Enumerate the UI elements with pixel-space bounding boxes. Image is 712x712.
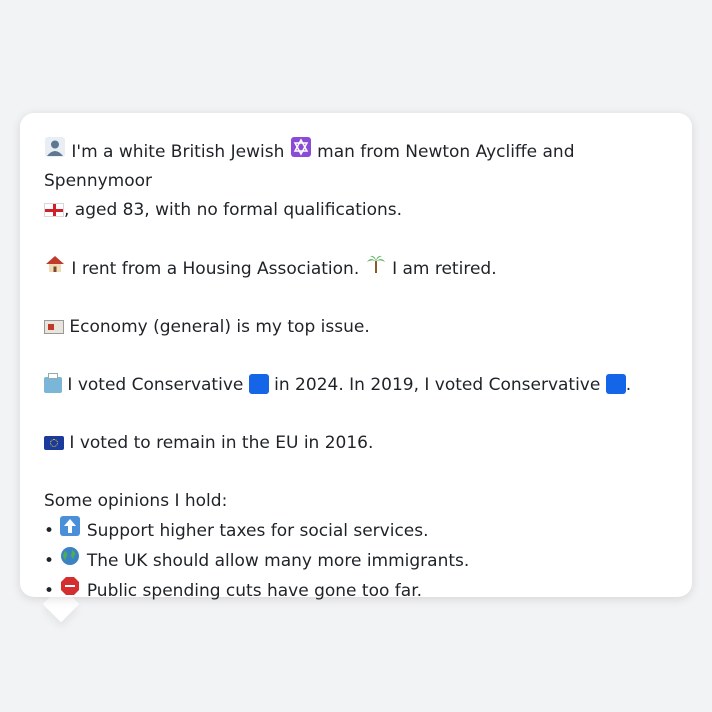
vote-text-1: I voted Conservative: [67, 375, 244, 395]
globe-icon: [59, 546, 81, 576]
person-silhouette-icon: [44, 137, 66, 167]
eu-flag-icon: [44, 436, 64, 450]
newspaper-icon: [44, 320, 64, 334]
blue-square-icon: [605, 374, 626, 394]
opinion-item: • The UK should allow many more immigran…: [44, 546, 668, 576]
star-of-david-icon: [290, 137, 312, 167]
top-issue-text: Economy (general) is my top issue.: [69, 317, 370, 337]
opinion-text: Support higher taxes for social services…: [86, 521, 429, 541]
housing-text: I rent from a Housing Association.: [71, 259, 360, 279]
identity-text-3: , aged 83, with no formal qualifications…: [64, 200, 403, 220]
issue-paragraph: Economy (general) is my top issue.: [44, 313, 668, 342]
opinions-heading: Some opinions I hold:: [44, 491, 228, 511]
eu-text: I voted to remain in the EU in 2016.: [69, 433, 374, 453]
eu-paragraph: I voted to remain in the EU in 2016.: [44, 429, 668, 458]
housing-paragraph: I rent from a Housing Association. I am …: [44, 254, 668, 284]
up-arrow-icon: [59, 516, 81, 546]
bullet: •: [44, 581, 55, 601]
vote-text-3: .: [625, 375, 632, 395]
ballot-box-icon: [44, 373, 62, 393]
england-flag-icon: [44, 203, 64, 217]
opinion-item: • Public spending cuts have gone too far…: [44, 576, 668, 606]
vote-text-2: in 2024. In 2019, I voted Conservative: [274, 375, 601, 395]
identity-text-1: I'm a white British Jewish: [71, 142, 285, 162]
persona-speech-bubble: I'm a white British Jewish man from Newt…: [20, 113, 692, 601]
opinion-text: Public spending cuts have gone too far.: [86, 581, 423, 601]
employment-text: I am retired.: [392, 259, 497, 279]
stop-sign-icon: [59, 576, 81, 606]
opinion-text: The UK should allow many more immigrants…: [86, 551, 470, 571]
bullet: •: [44, 521, 55, 541]
identity-paragraph: I'm a white British Jewish man from Newt…: [44, 137, 668, 225]
palm-tree-icon: [365, 254, 387, 284]
opinions-section: Some opinions I hold: • Support higher t…: [44, 487, 668, 606]
opinion-item: • Support higher taxes for social servic…: [44, 516, 668, 546]
vote-paragraph: I voted Conservative in 2024. In 2019, I…: [44, 371, 668, 400]
house-icon: [44, 254, 66, 284]
bullet: •: [44, 551, 55, 571]
blue-square-icon: [248, 374, 269, 394]
